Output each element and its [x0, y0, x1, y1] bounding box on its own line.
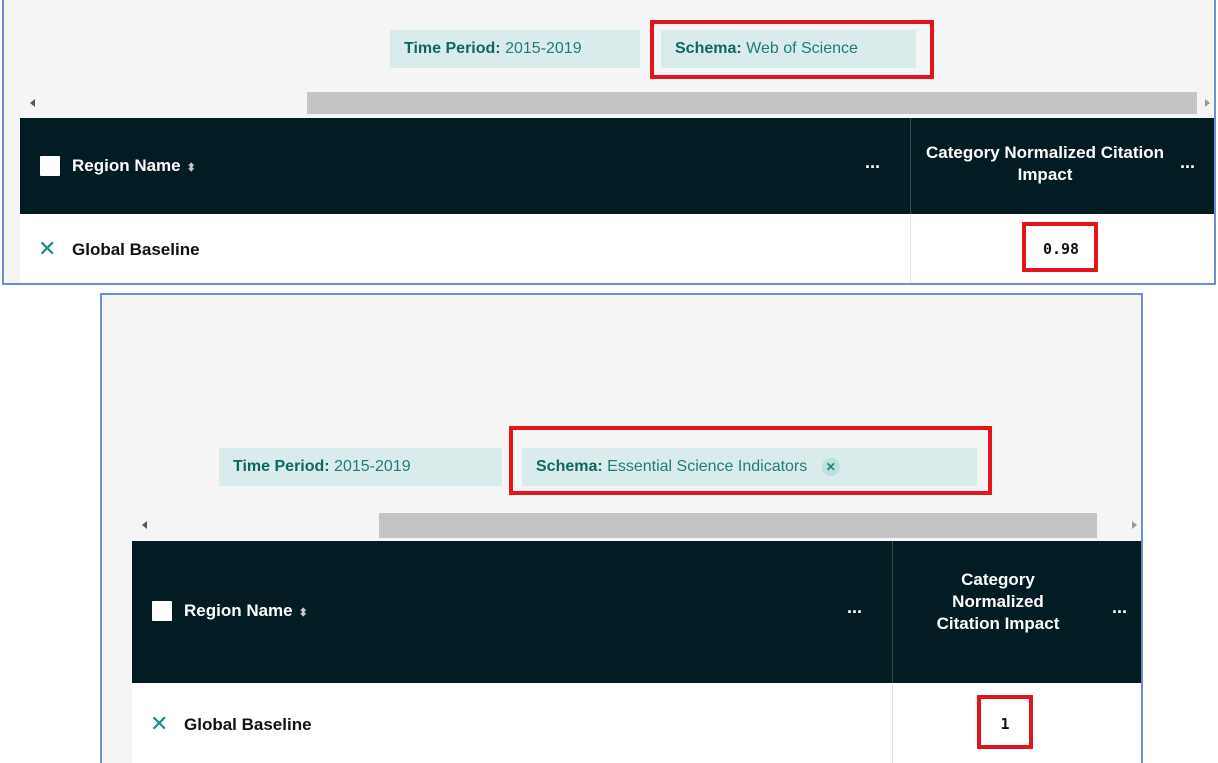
column-menu-button[interactable]: ... — [1112, 597, 1127, 618]
header-line: Normalized — [952, 592, 1044, 611]
table-row: ✕ Global Baseline 0.98 — [20, 214, 1214, 283]
header-line: Category — [961, 570, 1035, 589]
column-divider — [910, 118, 911, 214]
highlight-box-schema — [509, 426, 992, 495]
sort-icon[interactable]: ⬍ — [187, 162, 196, 174]
table-row: ✕ Global Baseline 1 — [132, 683, 1141, 763]
column-header-label: Region Name — [72, 156, 181, 175]
column-menu-button[interactable]: ... — [847, 597, 862, 618]
header-line: Citation Impact — [936, 614, 1060, 633]
highlight-box-schema — [650, 20, 934, 79]
horizontal-scrollbar[interactable] — [20, 92, 1210, 114]
column-divider — [892, 683, 893, 763]
scroll-thumb[interactable] — [379, 513, 1097, 538]
column-header-citation-impact[interactable]: Category Normalized Citation Impact — [920, 142, 1170, 186]
highlight-box-value — [977, 695, 1033, 749]
column-header-region-name[interactable]: Region Name ⬍ — [72, 156, 196, 176]
filter-chip-time-period[interactable]: Time Period: 2015-2019 — [219, 448, 502, 486]
column-menu-button[interactable]: ... — [865, 152, 880, 173]
scroll-right-icon[interactable] — [1132, 521, 1137, 529]
column-header-citation-impact[interactable]: Category Normalized Citation Impact — [898, 569, 1098, 635]
results-panel-essential-science-indicators: Time Period: 2015-2019 Schema: Essential… — [100, 293, 1143, 763]
column-divider — [892, 541, 893, 683]
sort-icon[interactable]: ⬍ — [299, 607, 308, 619]
scroll-thumb[interactable] — [307, 92, 1197, 114]
filter-value: 2015-2019 — [505, 40, 582, 57]
highlight-box-value — [1022, 222, 1098, 272]
row-region-name[interactable]: Global Baseline — [72, 240, 200, 260]
results-panel-web-of-science: Time Period: 2015-2019 Schema: Web of Sc… — [2, 0, 1216, 285]
row-region-name[interactable]: Global Baseline — [184, 715, 312, 735]
table-header: Region Name ⬍ ... Category Normalized Cit… — [132, 541, 1141, 683]
select-all-checkbox[interactable] — [152, 601, 172, 621]
filter-value: 2015-2019 — [334, 458, 411, 475]
scroll-left-icon[interactable] — [142, 521, 147, 529]
horizontal-scrollbar[interactable] — [132, 513, 1141, 538]
column-menu-button[interactable]: ... — [1180, 152, 1195, 173]
close-x-icon[interactable]: ✕ — [150, 713, 168, 735]
filter-chip-time-period[interactable]: Time Period: 2015-2019 — [390, 30, 640, 68]
table-header: Region Name ⬍ ... Category Normalized Cit… — [20, 118, 1214, 214]
close-x-icon[interactable]: ✕ — [38, 238, 56, 260]
column-header-region-name[interactable]: Region Name ⬍ — [184, 601, 308, 621]
column-header-label: Region Name — [184, 601, 293, 620]
filter-key: Time Period: — [233, 458, 330, 475]
filter-key: Time Period: — [404, 40, 501, 57]
scroll-left-icon[interactable] — [30, 99, 35, 107]
column-divider — [910, 214, 911, 283]
scroll-right-icon[interactable] — [1205, 99, 1210, 107]
select-all-checkbox[interactable] — [40, 156, 60, 176]
